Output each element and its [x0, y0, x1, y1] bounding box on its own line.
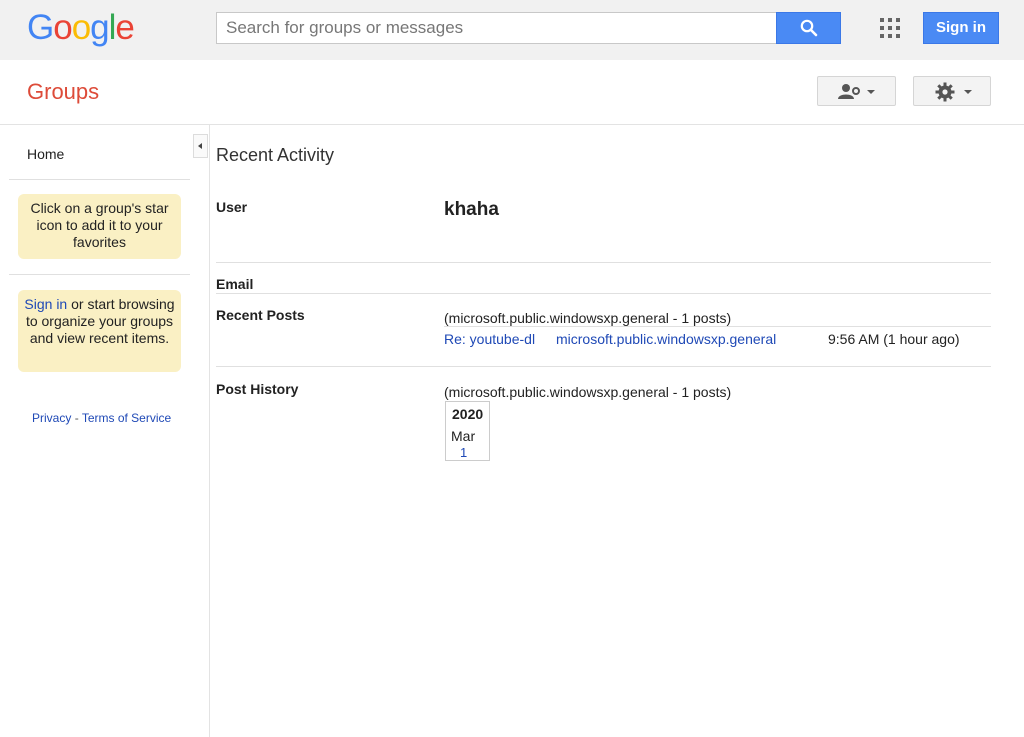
apps-grid-button[interactable]	[880, 18, 900, 38]
sidebar-divider-line	[9, 179, 190, 180]
section-divider	[216, 262, 991, 263]
settings-button[interactable]	[913, 76, 991, 106]
logo-letter: e	[115, 8, 134, 47]
terms-of-service-link[interactable]: Terms of Service	[82, 411, 171, 425]
collapse-sidebar-button[interactable]	[193, 134, 208, 158]
groups-title[interactable]: Groups	[27, 79, 99, 105]
logo-letter: l	[108, 8, 117, 47]
logo-letter: o	[71, 8, 91, 47]
recent-posts-summary: (microsoft.public.windowsxp.general - 1 …	[444, 310, 732, 326]
chevron-left-icon	[198, 143, 202, 149]
logo-letter: g	[90, 8, 109, 47]
google-logo[interactable]: Google	[27, 8, 135, 48]
sidebar-divider-line	[9, 274, 190, 275]
post-timestamp: 9:56 AM (1 hour ago)	[828, 331, 960, 347]
history-month-count-link[interactable]: 1	[460, 445, 467, 460]
sidebar-item-home[interactable]: Home	[27, 146, 64, 162]
user-label: User	[216, 199, 248, 215]
privacy-link[interactable]: Privacy	[32, 411, 71, 425]
person-gear-icon	[838, 84, 875, 99]
search-box	[216, 12, 777, 44]
post-group-link[interactable]: microsoft.public.windowsxp.general	[556, 331, 776, 347]
email-label: Email	[216, 276, 254, 292]
sign-in-button[interactable]: Sign in	[923, 12, 999, 44]
search-button[interactable]	[776, 12, 841, 44]
username: khaha	[444, 199, 499, 220]
post-history-summary: (microsoft.public.windowsxp.general - 1 …	[444, 384, 732, 400]
gear-icon	[935, 82, 972, 102]
apps-grid-icon	[880, 18, 900, 38]
tip-sign-in-link[interactable]: Sign in	[24, 296, 67, 312]
recent-posts-label: Recent Posts	[216, 307, 305, 323]
section-divider	[216, 366, 991, 367]
favorites-tip: Click on a group's star icon to add it t…	[18, 194, 181, 259]
member-settings-button[interactable]	[817, 76, 896, 106]
google-logo-text: Google	[27, 8, 135, 48]
footer-separator: -	[74, 411, 79, 425]
search-input[interactable]	[217, 13, 775, 43]
section-divider	[216, 293, 991, 294]
sign-in-tip: Sign in or start browsing to organize yo…	[18, 290, 181, 372]
post-subject-link[interactable]: Re: youtube-dl	[444, 331, 535, 347]
history-month: Mar	[451, 428, 476, 444]
page-title: Recent Activity	[216, 145, 335, 165]
footer-links: Privacy - Terms of Service	[32, 411, 171, 425]
post-history-label: Post History	[216, 381, 299, 397]
sidebar-divider	[209, 125, 210, 737]
logo-letter: o	[53, 8, 72, 47]
logo-letter: G	[27, 8, 54, 47]
search-icon	[800, 19, 818, 37]
post-row-divider	[444, 326, 991, 327]
history-year: 2020	[452, 406, 484, 422]
